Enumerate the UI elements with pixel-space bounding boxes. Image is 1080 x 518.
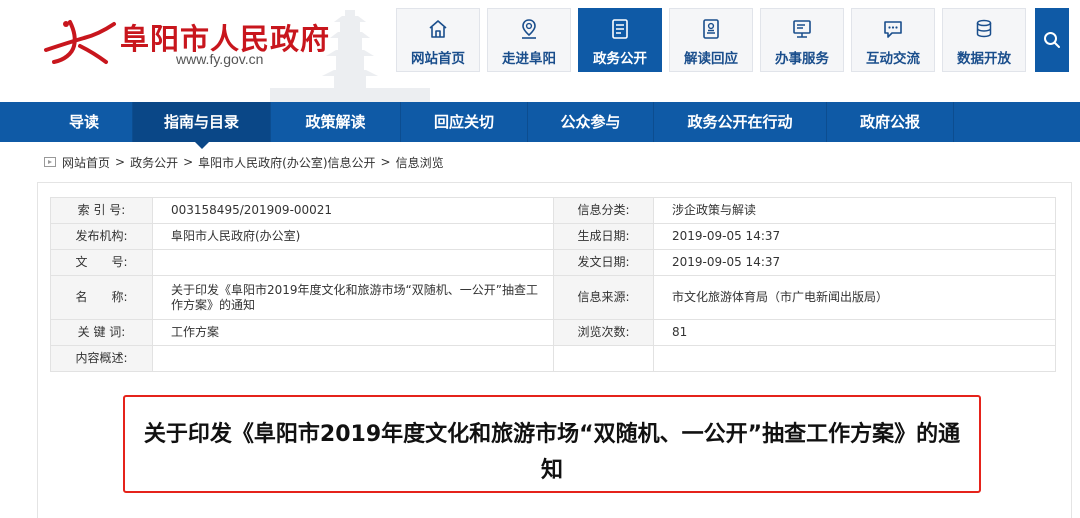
document-list-icon [612, 19, 628, 39]
breadcrumb-current: 信息浏览 [395, 155, 444, 170]
mainnav-directory[interactable]: 指南与目录 [133, 102, 271, 149]
meta-value-doc-number [152, 249, 554, 276]
meta-label-publisher: 发布机构: [50, 223, 153, 250]
topnav-label: 办事服务 [775, 51, 829, 67]
breadcrumb-gov-affairs[interactable]: 政务公开 [130, 154, 178, 171]
topnav-open-data[interactable]: 数据开放 [942, 8, 1026, 72]
meta-value-created-date: 2019-09-05 14:37 [653, 223, 1056, 250]
topnav-interaction[interactable]: 互动交流 [851, 8, 935, 72]
document-title: 关于印发《阜阳市2019年度文化和旅游市场“双随机、一公开”抽查工作方案》的通知 [143, 422, 961, 483]
meta-empty-cell [653, 345, 1056, 372]
main-nav: 导读 指南与目录 政策解读 回应关切 公众参与 政务公开在行动 政府公报 [0, 102, 1080, 149]
location-pin-icon [522, 19, 536, 39]
meta-label-issue-date: 发文日期: [553, 249, 654, 276]
breadcrumb: 网站首页 > 政务公开 > 阜阳市人民政府(办公室)信息公开 > 信息浏览 [44, 154, 444, 170]
meta-value-source: 市文化旅游体育局（市广电新闻出版局） [653, 275, 1056, 320]
topnav-about-fuyang[interactable]: 走进阜阳 [487, 8, 571, 72]
site-logo[interactable]: 阜阳市人民政府 www.fy.gov.cn [40, 14, 340, 74]
table-row: 发布机构: 阜阳市人民政府(办公室) 生成日期: 2019-09-05 14:3… [50, 223, 1056, 250]
meta-label-views: 浏览次数: [553, 319, 654, 346]
fy-logo-mark-icon [44, 20, 116, 64]
meta-label-source: 信息来源: [553, 275, 654, 320]
meta-value-issue-date: 2019-09-05 14:37 [653, 249, 1056, 276]
topnav-services[interactable]: 办事服务 [760, 8, 844, 72]
site-url: www.fy.gov.cn [176, 51, 264, 67]
mainnav-gazette[interactable]: 政府公报 [827, 102, 954, 142]
breadcrumb-arrow-icon [44, 157, 56, 167]
mainnav-response[interactable]: 回应关切 [401, 102, 528, 142]
search-icon [1044, 32, 1060, 48]
mainnav-guide[interactable]: 导读 [36, 102, 133, 142]
topnav-label: 解读回应 [684, 51, 738, 67]
table-row: 索 引 号: 003158495/201909-00021 信息分类: 涉企政策… [50, 197, 1056, 224]
table-row: 名 称: 关于印发《阜阳市2019年度文化和旅游市场“双随机、一公开”抽查工作方… [50, 275, 1056, 320]
meta-value-keywords: 工作方案 [152, 319, 554, 346]
topnav-label: 网站首页 [411, 51, 465, 67]
mainnav-policy-interpretation[interactable]: 政策解读 [271, 102, 401, 142]
breadcrumb-separator: > [115, 155, 126, 169]
meta-value-index: 003158495/201909-00021 [152, 197, 554, 224]
meta-value-name: 关于印发《阜阳市2019年度文化和旅游市场“双随机、一公开”抽查工作方案》的通知 [152, 275, 554, 320]
mainnav-participation[interactable]: 公众参与 [528, 102, 654, 142]
table-row: 文 号: 发文日期: 2019-09-05 14:37 [50, 249, 1056, 276]
database-icon [976, 19, 992, 38]
topnav-label: 数据开放 [957, 51, 1011, 67]
breadcrumb-home[interactable]: 网站首页 [62, 154, 110, 171]
home-icon [429, 20, 447, 38]
meta-label-name: 名 称: [50, 275, 153, 320]
meta-value-category: 涉企政策与解读 [653, 197, 1056, 224]
monitor-icon [793, 20, 811, 38]
meta-label-doc-number: 文 号: [50, 249, 153, 276]
search-button[interactable] [1035, 8, 1069, 72]
meta-label-keywords: 关 键 词: [50, 319, 153, 346]
meta-label-created-date: 生成日期: [553, 223, 654, 250]
table-row: 内容概述: [50, 345, 1056, 372]
meta-value-publisher: 阜阳市人民政府(办公室) [152, 223, 554, 250]
chat-bubble-icon [884, 21, 902, 38]
breadcrumb-separator: > [380, 155, 391, 169]
meta-label-summary: 内容概述: [50, 345, 153, 372]
site-header: 阜阳市人民政府 www.fy.gov.cn 网站首页 走进阜阳 政务公开 解读回… [0, 0, 1080, 102]
document-meta-table: 索 引 号: 003158495/201909-00021 信息分类: 涉企政策… [50, 197, 1056, 372]
breadcrumb-office-info[interactable]: 阜阳市人民政府(办公室)信息公开 [198, 154, 375, 171]
meta-label-index: 索 引 号: [50, 197, 153, 224]
meta-value-summary [152, 345, 554, 372]
topnav-label: 互动交流 [866, 51, 920, 67]
topnav-gov-affairs[interactable]: 政务公开 [578, 8, 662, 72]
meta-empty-cell [553, 345, 654, 372]
meta-value-views: 81 [653, 319, 1056, 346]
topnav-label: 走进阜阳 [502, 51, 556, 67]
topnav-interpretation[interactable]: 解读回应 [669, 8, 753, 72]
meta-label-category: 信息分类: [553, 197, 654, 224]
table-row: 关 键 词: 工作方案 浏览次数: 81 [50, 319, 1056, 346]
mainnav-openness-action[interactable]: 政务公开在行动 [654, 102, 827, 142]
topnav-home[interactable]: 网站首页 [396, 8, 480, 72]
breadcrumb-separator: > [183, 155, 194, 169]
topnav-label: 政务公开 [593, 51, 647, 67]
id-card-icon [703, 19, 719, 39]
